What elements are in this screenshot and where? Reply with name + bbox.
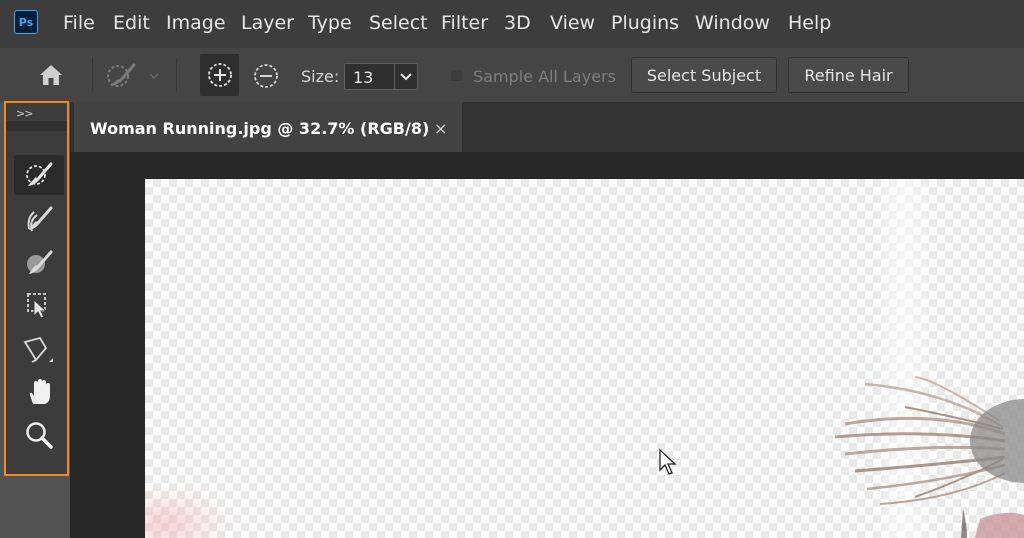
document-tab[interactable]: Woman Running.jpg @ 32.7% (RGB/8) ×	[74, 102, 462, 152]
menu-type[interactable]: Type	[308, 12, 352, 34]
options-bar: Size: Sample All Layers Select Subject R…	[0, 48, 1024, 102]
chevron-down-icon	[400, 72, 412, 80]
paint-brush-icon	[27, 250, 53, 274]
refine-hair-button[interactable]: Refine Hair	[788, 57, 909, 93]
menu-window[interactable]: Window	[695, 12, 770, 34]
size-value[interactable]: 13	[353, 68, 373, 87]
panel-grip[interactable]	[6, 121, 67, 131]
sample-all-layers-checkbox[interactable]	[450, 69, 463, 82]
quick-selection-brush-icon	[26, 162, 53, 186]
tool-object-selection[interactable]	[14, 285, 64, 325]
collapse-panel-button[interactable]: >>	[16, 107, 33, 120]
mouse-cursor-icon	[659, 448, 677, 475]
menu-plugins[interactable]: Plugins	[611, 12, 679, 34]
menu-select[interactable]: Select	[369, 12, 428, 34]
document-title[interactable]: Woman Running.jpg @ 32.7% (RGB/8)	[90, 119, 429, 138]
skin-tone	[975, 512, 1024, 538]
menu-bar: Ps File Edit Image Layer Type Select Fil…	[0, 0, 1024, 48]
menu-help[interactable]: Help	[788, 12, 831, 34]
document-tab-bar: Woman Running.jpg @ 32.7% (RGB/8) ×	[70, 102, 1024, 152]
menu-file[interactable]: File	[63, 12, 95, 34]
options-divider	[176, 58, 177, 92]
menu-image[interactable]: Image	[166, 12, 226, 34]
tool-brush[interactable]	[14, 243, 64, 283]
tool-preset-picker[interactable]	[104, 59, 166, 91]
tools-panel: >>	[4, 101, 69, 476]
tool-refine-edge-brush[interactable]	[14, 199, 64, 239]
menu-3d[interactable]: 3D	[504, 12, 531, 34]
subtract-from-selection-icon	[254, 64, 278, 88]
menu-filter[interactable]: Filter	[441, 12, 488, 34]
tool-hand[interactable]	[14, 372, 64, 412]
zoom-icon	[26, 422, 53, 449]
size-dropdown-button[interactable]	[394, 64, 417, 89]
home-icon	[40, 65, 62, 85]
polygonal-lasso-icon	[23, 336, 53, 363]
menu-view[interactable]: View	[550, 12, 595, 34]
tool-quick-selection[interactable]	[14, 155, 64, 195]
size-field[interactable]: 13	[344, 63, 418, 90]
menu-layer[interactable]: Layer	[241, 12, 294, 34]
new-selection-add-button[interactable]	[200, 54, 239, 96]
hand-icon	[29, 379, 50, 404]
close-tab-button[interactable]: ×	[434, 119, 447, 138]
home-button[interactable]	[36, 61, 66, 89]
sample-all-layers-label: Sample All Layers	[473, 67, 616, 86]
tool-zoom[interactable]	[14, 415, 64, 455]
options-divider	[92, 58, 93, 92]
document-canvas[interactable]	[145, 179, 1024, 538]
select-subject-button[interactable]: Select Subject	[631, 57, 777, 93]
image-content	[145, 179, 1024, 538]
photoshop-logo[interactable]: Ps	[14, 10, 38, 34]
size-label: Size:	[301, 67, 340, 86]
add-to-selection-icon	[207, 63, 232, 87]
subtract-from-selection-button[interactable]	[248, 60, 284, 92]
refine-edge-brush-icon	[27, 206, 53, 232]
object-selection-icon	[27, 293, 48, 319]
quick-selection-brush-icon	[107, 63, 159, 87]
tool-lasso[interactable]	[14, 329, 64, 369]
menu-edit[interactable]: Edit	[113, 12, 150, 34]
